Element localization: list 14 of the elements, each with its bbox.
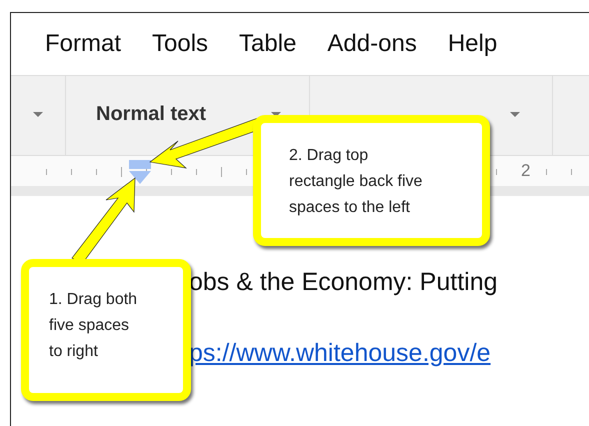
menu-item[interactable]: Table xyxy=(239,30,296,58)
document-heading: obs & the Economy: Putting xyxy=(189,268,498,297)
menu-item[interactable]: Format xyxy=(45,30,122,58)
indent-marker-icon[interactable] xyxy=(129,160,151,184)
document-link[interactable]: ps://www.whitehouse.gov/e xyxy=(189,339,491,368)
style-value: Normal text xyxy=(96,103,206,126)
callout-text: 2. Drag top rectangle back five spaces to the left xyxy=(289,146,424,218)
menu-item[interactable]: Add-ons xyxy=(327,30,417,58)
caret-icon[interactable] xyxy=(510,112,520,117)
callout-text: 1. Drag both five spaces to right xyxy=(49,290,138,362)
caret-icon[interactable] xyxy=(33,112,43,117)
ruler-number: 2 xyxy=(521,161,530,181)
menu-item[interactable]: Help xyxy=(448,30,498,58)
menu-item[interactable]: Tools xyxy=(152,30,208,58)
